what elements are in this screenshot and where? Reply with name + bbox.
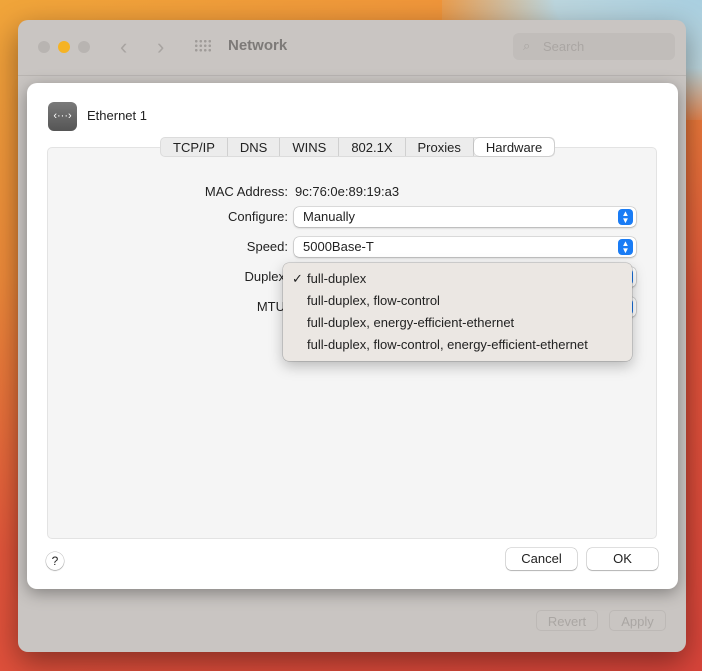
title-bar: ‹ › Network ⌕ Search [18,20,686,76]
menu-item-flow-control-eee[interactable]: full-duplex, flow-control, energy-effici… [283,334,632,356]
minimize-button[interactable] [58,41,70,53]
duplex-menu: ✓ full-duplex full-duplex, flow-control f… [283,263,632,361]
cancel-button[interactable]: Cancel [506,548,577,570]
speed-value: 5000Base-T [303,239,374,254]
configure-popup[interactable]: Manually ▲ ▼ [294,207,636,227]
search-input[interactable]: ⌕ Search [513,33,675,60]
revert-button[interactable]: Revert [536,610,598,631]
show-all-grid-icon[interactable] [194,39,212,53]
tab-hardware[interactable]: Hardware [473,138,555,156]
menu-item-eee[interactable]: full-duplex, energy-efficient-ethernet [283,312,632,334]
forward-icon[interactable]: › [157,34,164,60]
speed-popup[interactable]: 5000Base-T ▲ ▼ [294,237,636,257]
help-button[interactable]: ? [46,552,64,570]
tab-tcpip[interactable]: TCP/IP [161,138,228,156]
interface-name: Ethernet 1 [87,108,147,123]
close-button[interactable] [38,41,50,53]
zoom-button[interactable] [78,41,90,53]
mac-address-label: MAC Address: [204,184,288,199]
speed-label: Speed: [246,239,288,254]
tab-wins[interactable]: WINS [280,138,340,156]
menu-item-label: full-duplex [307,271,367,286]
tab-8021x[interactable]: 802.1X [339,138,406,156]
search-icon: ⌕ [523,38,531,53]
configure-value: Manually [303,209,356,224]
window-title: Network [228,37,288,54]
ok-button[interactable]: OK [587,548,658,570]
search-placeholder: Search [543,39,585,54]
ethernet-icon: ‹···› [48,102,77,131]
chevron-updown-icon: ▲▼ [618,209,633,225]
checkmark-icon: ✓ [292,271,303,286]
menu-item-full-duplex[interactable]: ✓ full-duplex [283,268,632,290]
mtu-label: MTU [256,299,285,314]
menu-item-flow-control[interactable]: full-duplex, flow-control [283,290,632,312]
advanced-sheet: ‹···› Ethernet 1 TCP/IP DNS WINS 802.1X … [27,83,678,589]
duplex-label: Duplex [244,269,285,284]
chevron-updown-icon: ▲▼ [618,239,633,255]
back-icon[interactable]: ‹ [120,34,127,60]
tab-proxies[interactable]: Proxies [406,138,474,156]
tab-dns[interactable]: DNS [228,138,281,156]
configure-label: Configure: [228,209,288,224]
mac-address-value: 9c:76:0e:89:19:a3 [295,184,400,199]
tab-bar: TCP/IP DNS WINS 802.1X Proxies Hardware [160,137,556,157]
apply-button[interactable]: Apply [609,610,666,631]
